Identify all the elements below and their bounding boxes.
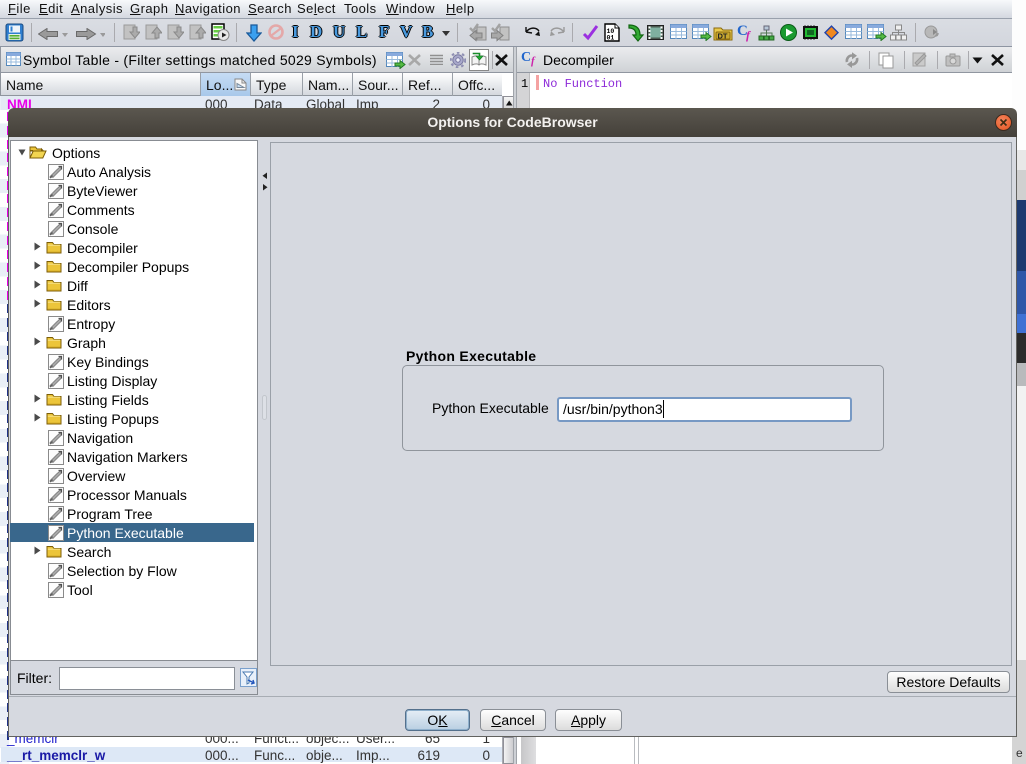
svg-text:DT: DT — [718, 32, 728, 41]
svg-text:01: 01 — [607, 35, 615, 42]
